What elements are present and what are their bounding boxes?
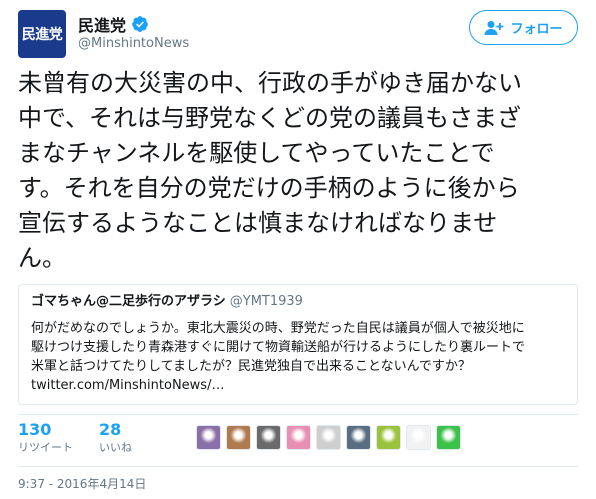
retweets-stat[interactable]: 130 リツイート [18,420,73,455]
liker-avatar[interactable] [316,425,341,450]
liker-avatar[interactable] [376,425,401,450]
follow-button[interactable]: フォロー [469,10,578,45]
follow-button-label: フォロー [510,22,563,37]
tweet-timestamp[interactable]: 9:37 - 2016年4月14日 [18,475,146,492]
liker-avatar[interactable] [286,425,311,450]
liker-avatar[interactable] [226,425,251,450]
verified-badge-icon [132,16,148,32]
quoted-tweet-name: ゴマちゃん@二足歩行のアザラシ [31,294,226,309]
liker-avatar[interactable] [196,425,221,450]
add-user-icon [484,20,504,35]
liker-avatar[interactable] [256,425,281,450]
avatar-text: 民進党 [21,27,63,43]
display-name[interactable]: 民進党 [78,12,126,36]
quoted-tweet-header: ゴマちゃん@二足歩行のアザラシ @YMT1939 [31,293,565,311]
liker-avatar[interactable] [436,425,461,450]
display-name-row[interactable]: 民進党 [78,12,149,36]
avatar[interactable]: 民進党 [18,10,66,58]
likes-count: 28 [99,420,122,439]
quoted-tweet-text: 何がだめなのでしょうか。東北大震災の時、野党だった自民は議員が個人で被災地に 駆… [31,321,526,393]
retweets-count: 130 [18,420,52,439]
likes-stat[interactable]: 28 いいね [99,420,132,455]
account-handle[interactable]: @MinshintoNews [78,36,189,51]
divider [18,466,578,467]
liker-avatars [196,425,461,450]
liker-avatar[interactable] [406,425,431,450]
quoted-tweet[interactable]: ゴマちゃん@二足歩行のアザラシ @YMT1939 何がだめなのでしょうか。東北大震… [18,284,578,405]
divider [18,414,578,415]
tweet-card: 民進党 民進党 @MinshintoNews フォロー 未曾有の大災害の中、行政… [0,0,596,499]
tweet-text: 未曾有の大災害の中、行政の手がゆき届かない 中で、それは与野党なくどの党の議員も… [18,69,522,272]
likes-label: いいね [99,441,132,454]
liker-avatar[interactable] [346,425,371,450]
quoted-tweet-handle: @YMT1939 [229,294,303,309]
retweets-label: リツイート [18,441,73,454]
